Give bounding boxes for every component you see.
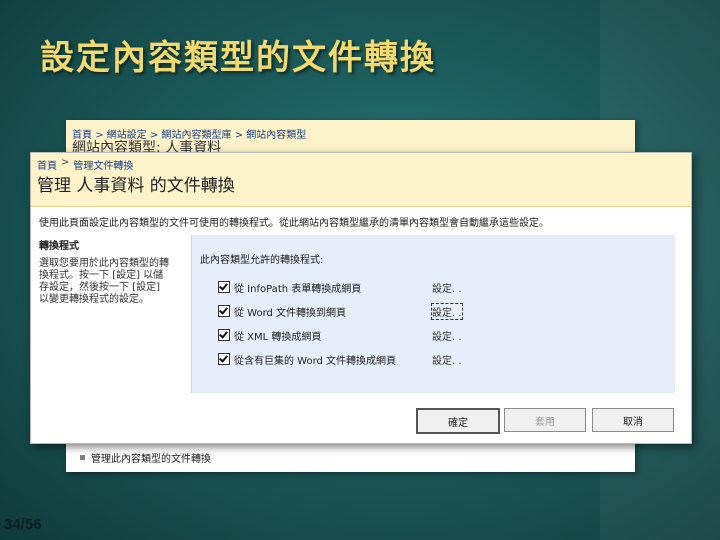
page-title: 管理 人事資料 的文件轉換 xyxy=(37,176,235,196)
settings-link-infopath[interactable]: 設定. . xyxy=(432,280,462,295)
converters-panel: 此內容類型允許的轉換程式: 從 InfoPath 表單轉換成網頁 設定. . 從… xyxy=(191,235,675,393)
converter-label: 從含有巨集的 Word 文件轉換成網頁 xyxy=(234,355,397,367)
manage-conversions-link-row[interactable]: 管理此內容類型的文件轉換 xyxy=(80,450,211,465)
crumb-home[interactable]: 首頁 xyxy=(37,157,57,172)
converters-section: 轉換程式 選取您要用於此內容類型的轉換程式。按一下 [設定] 以儲存設定，然後按… xyxy=(39,235,675,393)
converter-row-infopath: 從 InfoPath 表單轉換成網頁 xyxy=(218,279,361,295)
converter-row-xml: 從 XML 轉換成網頁 xyxy=(218,327,321,343)
cancel-button[interactable]: 取消 xyxy=(592,408,674,432)
crumb-separator: > xyxy=(61,157,70,168)
back-crumb-content-type: 網站內容類型 xyxy=(246,130,307,141)
apply-button[interactable]: 套用 xyxy=(504,408,586,432)
bullet-icon xyxy=(80,455,85,460)
ok-button[interactable]: 確定 xyxy=(416,408,500,434)
section-title: 轉換程式 xyxy=(39,241,79,252)
converter-checkbox-infopath[interactable] xyxy=(218,281,230,293)
page-number: 34/56 xyxy=(4,516,42,533)
section-description: 選取您要用於此內容類型的轉換程式。按一下 [設定] 以儲存設定，然後按一下 [設… xyxy=(39,258,169,305)
front-window-header: 首頁 > 管理文件轉換 管理 人事資料 的文件轉換 xyxy=(31,153,691,207)
section-info: 轉換程式 選取您要用於此內容類型的轉換程式。按一下 [設定] 以儲存設定，然後按… xyxy=(39,235,187,306)
settings-link-word[interactable]: 設定. . xyxy=(431,303,463,320)
converter-label: 從 XML 轉換成網頁 xyxy=(234,331,322,343)
manage-conversions-link[interactable]: 管理此內容類型的文件轉換 xyxy=(91,450,211,465)
converter-label: 從 InfoPath 表單轉換成網頁 xyxy=(234,283,362,295)
converter-checkbox-word[interactable] xyxy=(218,305,230,317)
converter-checkbox-xml[interactable] xyxy=(218,329,230,341)
slide-title: 設定內容類型的文件轉換 xyxy=(40,38,436,78)
crumb-manage-conversions: 管理文件轉換 xyxy=(73,161,134,172)
converter-label: 從 Word 文件轉換到網頁 xyxy=(234,307,347,319)
page-description: 使用此頁面設定此內容類型的文件可使用的轉換程式。從此網站內容類型繼承的清單內容類… xyxy=(39,218,549,229)
breadcrumb: 首頁 > 管理文件轉換 xyxy=(37,157,133,172)
converter-row-word: 從 Word 文件轉換到網頁 xyxy=(218,303,346,319)
converter-checkbox-word-macro[interactable] xyxy=(218,353,230,365)
settings-link-xml[interactable]: 設定. . xyxy=(432,328,462,343)
settings-link-word-macro[interactable]: 設定. . xyxy=(432,352,462,367)
converter-row-word-macro: 從含有巨集的 Word 文件轉換成網頁 xyxy=(218,351,396,367)
allowed-converters-label: 此內容類型允許的轉換程式: xyxy=(200,255,324,266)
front-window: 首頁 > 管理文件轉換 管理 人事資料 的文件轉換 使用此頁面設定此內容類型的文… xyxy=(30,152,692,444)
